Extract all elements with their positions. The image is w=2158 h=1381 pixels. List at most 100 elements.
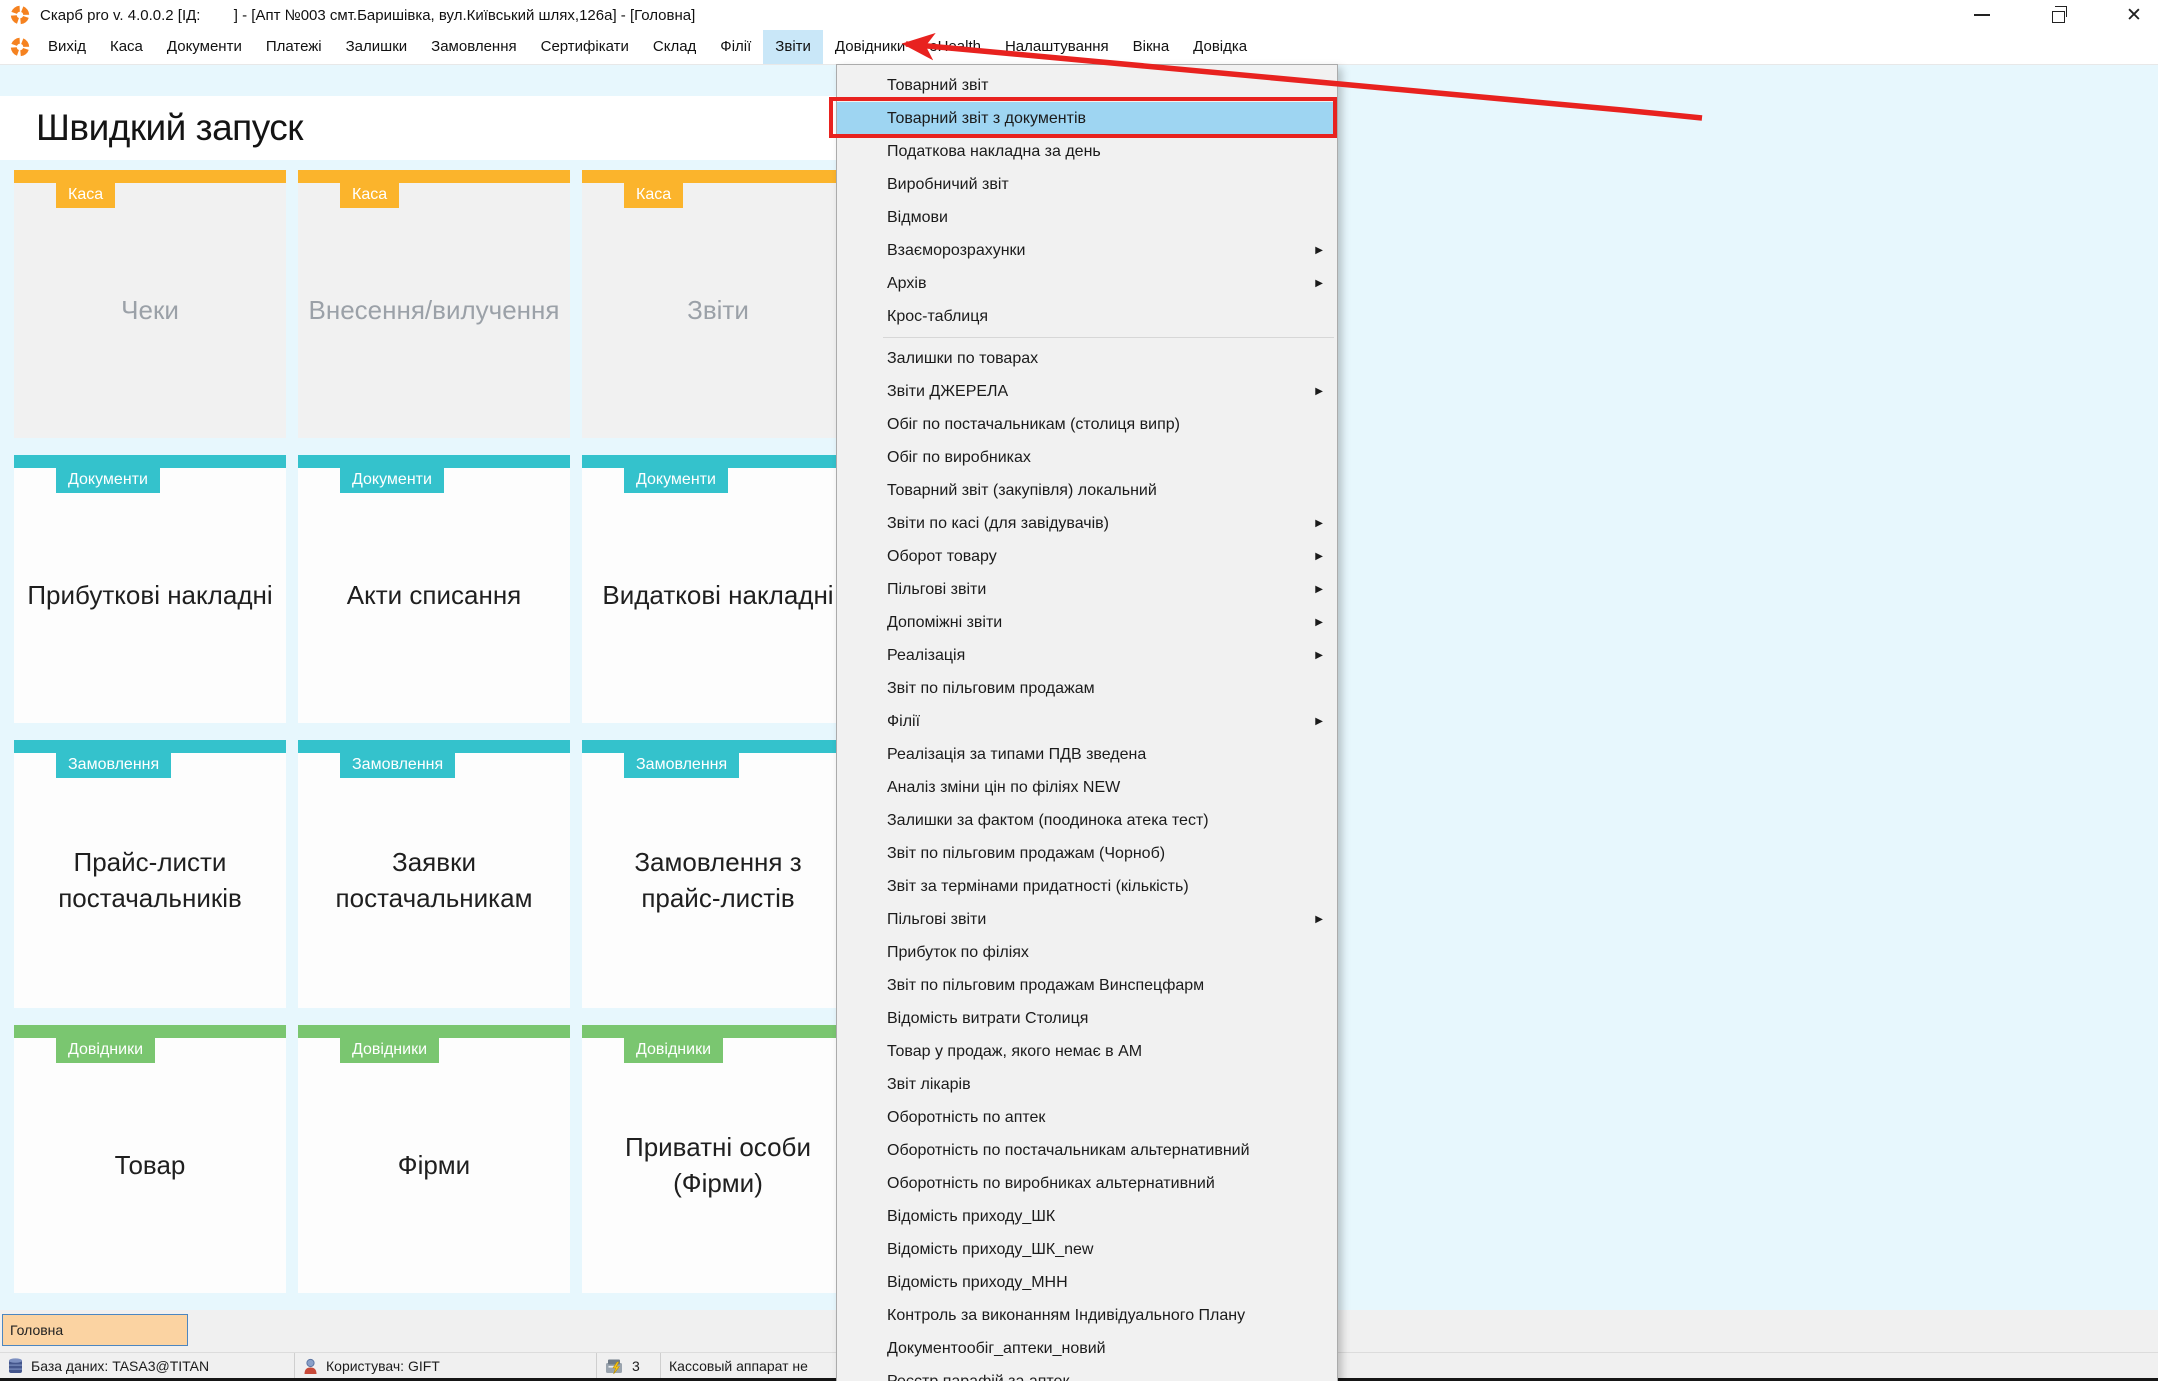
menubar-item[interactable]: Налаштування [993,30,1121,64]
menubar-item[interactable]: eHealth [917,30,993,64]
status-user-panel: Користувач: GIFT [295,1353,597,1379]
menubar-item[interactable]: Платежі [254,30,334,64]
dropdown-menu-item[interactable]: Взаєморозрахунки [837,234,1337,267]
tile-label: Фірми [298,1038,570,1293]
status-cash-count: 3 [632,1358,640,1374]
dropdown-menu-item[interactable]: Філії [837,705,1337,738]
status-database-text: База даних: TASA3@TITAN [31,1358,209,1374]
quick-launch-tile[interactable]: Каса Чеки [14,170,286,438]
dropdown-menu-item[interactable]: Звіти ДЖЕРЕЛА [837,375,1337,408]
dropdown-menu-item[interactable]: Пільгові звіти [837,903,1337,936]
tab-main[interactable]: Головна [2,1314,188,1346]
tile-accent-bar [298,740,570,753]
dropdown-menu-item[interactable]: Відомість приходу_ШК_new [837,1233,1337,1266]
dropdown-menu-item[interactable]: Оборот товару [837,540,1337,573]
dropdown-menu-item[interactable]: Крос-таблиця [837,300,1337,333]
dropdown-menu-item[interactable]: Реєстр парафій за аптек [837,1365,1337,1381]
tile-label: Прайс-листи постачальників [14,753,286,1008]
tile-label: Товар [14,1038,286,1293]
dropdown-menu-item[interactable]: Звіт за термінами придатності (кількість… [837,870,1337,903]
close-icon: ✕ [2126,6,2142,25]
dropdown-menu-item[interactable]: Обіг по постачальникам (столиця випр) [837,408,1337,441]
menubar-item[interactable]: Каса [98,30,155,64]
dropdown-menu-item[interactable]: Пільгові звіти [837,573,1337,606]
title-bar: Скарб pro v. 4.0.0.2 [ІД: ] - [Апт №003 … [0,0,2158,30]
quick-launch-tile[interactable]: Замовлення Прайс-листи постачальників [14,740,286,1008]
quick-launch-tile[interactable]: Документи Прибуткові накладні [14,455,286,723]
dropdown-menu-item[interactable]: Звіт лікарів [837,1068,1337,1101]
tile-label: Приватні особи (Фірми) [582,1038,854,1293]
dropdown-menu-item[interactable]: Архів [837,267,1337,300]
dropdown-menu-item[interactable]: Звіт по пільговим продажам [837,672,1337,705]
app-logo-icon-small [10,37,30,57]
dropdown-menu-item[interactable]: Товарний звіт з документів [837,102,1337,135]
quick-launch-tile[interactable]: Документи Видаткові накладні [582,455,854,723]
tile-category-badge: Довідники [624,1038,723,1063]
dropdown-menu-item[interactable]: Звіти по касі (для завідувачів) [837,507,1337,540]
tile-category-badge: Каса [624,183,683,208]
tile-accent-bar [582,1025,854,1038]
dropdown-menu-item[interactable]: Товарний звіт [837,69,1337,102]
menubar-item[interactable]: Замовлення [419,30,528,64]
tile-accent-bar [14,740,286,753]
dropdown-menu-item[interactable]: Податкова накладна за день [837,135,1337,168]
minimize-button[interactable] [1970,3,1994,27]
dropdown-menu-item[interactable]: Оборотність по постачальникам альтернати… [837,1134,1337,1167]
cash-register-icon [605,1358,624,1375]
restore-icon [2052,11,2065,23]
menubar-item[interactable]: Звіти [763,30,823,64]
dropdown-menu-item[interactable]: Відомість витрати Столиця [837,1002,1337,1035]
quick-launch-tile[interactable]: Замовлення Заявки постачальникам [298,740,570,1008]
status-cash-count-panel: 3 [597,1353,661,1379]
quick-launch-tile[interactable]: Довідники Приватні особи (Фірми) [582,1025,854,1293]
menubar-item[interactable]: Вихід [36,30,98,64]
dropdown-menu-item[interactable]: Відомість приходу_МНН [837,1266,1337,1299]
tile-accent-bar [298,170,570,183]
tile-category-badge: Каса [340,183,399,208]
dropdown-menu-item[interactable]: Товар у продаж, якого немає в АМ [837,1035,1337,1068]
menubar-item[interactable]: Залишки [334,30,420,64]
restore-button[interactable] [2046,3,2070,27]
database-icon [8,1358,23,1375]
dropdown-menu-item[interactable]: Документообіг_аптеки_новий [837,1332,1337,1365]
dropdown-menu-item[interactable]: Оборотність по виробниках альтернативний [837,1167,1337,1200]
dropdown-menu-item[interactable]: Оборотність по аптек [837,1101,1337,1134]
app-logo-icon [10,5,30,25]
dropdown-menu-item[interactable]: Відомість приходу_ШК [837,1200,1337,1233]
tile-label: Чеки [14,183,286,438]
dropdown-menu-item[interactable]: Обіг по виробниках [837,441,1337,474]
dropdown-menu-item[interactable]: Виробничий звіт [837,168,1337,201]
menubar-item[interactable]: Довідка [1181,30,1259,64]
dropdown-menu-item[interactable]: Прибуток по філіях [837,936,1337,969]
dropdown-menu-item[interactable]: Відмови [837,201,1337,234]
quick-launch-tile[interactable]: Замовлення Замовлення з прайс-листів [582,740,854,1008]
dropdown-menu-item[interactable]: Звіт по пільговим продажам Винспецфарм [837,969,1337,1002]
dropdown-menu-item[interactable]: Контроль за виконанням Індивідуального П… [837,1299,1337,1332]
window-title: Скарб pro v. 4.0.0.2 [ІД: ] - [Апт №003 … [40,7,695,24]
menubar-item[interactable]: Документи [155,30,254,64]
menubar-item[interactable]: Вікна [1121,30,1182,64]
dropdown-menu-item[interactable]: Реалізація за типами ПДВ зведена [837,738,1337,771]
tile-accent-bar [298,1025,570,1038]
dropdown-menu-item[interactable]: Аналіз зміни цін по філіях NEW [837,771,1337,804]
close-button[interactable]: ✕ [2122,3,2146,27]
dropdown-menu-item[interactable]: Залишки по товарах [837,342,1337,375]
menubar-item[interactable]: Довідники [823,30,917,64]
quick-launch-tile[interactable]: Довідники Товар [14,1025,286,1293]
quick-launch-tile[interactable]: Каса Внесення/вилучення [298,170,570,438]
menubar-item[interactable]: Склад [641,30,708,64]
dropdown-menu-item[interactable]: Реалізація [837,639,1337,672]
tile-accent-bar [14,1025,286,1038]
menubar-item[interactable]: Сертифікати [529,30,641,64]
quick-launch-tile[interactable]: Документи Акти списання [298,455,570,723]
menubar-item[interactable]: Філії [708,30,763,64]
dropdown-menu-item[interactable]: Допоміжні звіти [837,606,1337,639]
tile-category-badge: Документи [56,468,160,493]
tile-accent-bar [14,170,286,183]
dropdown-menu-item[interactable]: Звіт по пільговим продажам (Чорноб) [837,837,1337,870]
quick-launch-tile[interactable]: Довідники Фірми [298,1025,570,1293]
dropdown-menu-item[interactable]: Товарний звіт (закупівля) локальний [837,474,1337,507]
tile-label: Акти списання [298,468,570,723]
dropdown-menu-item[interactable]: Залишки за фактом (поодинока атека тест) [837,804,1337,837]
quick-launch-tile[interactable]: Каса Звіти [582,170,854,438]
